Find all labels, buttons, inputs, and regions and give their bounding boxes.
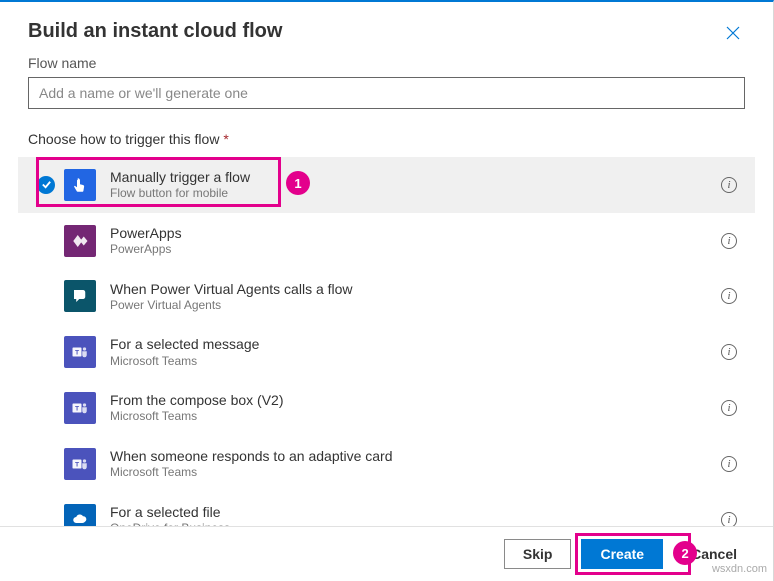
trigger-item[interactable]: Manually trigger a flowFlow button for m… [18, 157, 755, 213]
trigger-subtitle: Microsoft Teams [110, 354, 721, 370]
trigger-subtitle: Power Virtual Agents [110, 298, 721, 314]
trigger-item[interactable]: T From the compose box (V2)Microsoft Team… [18, 380, 755, 436]
trigger-title: For a selected message [110, 335, 721, 353]
flow-name-field-wrap [0, 71, 773, 109]
info-icon[interactable]: i [721, 177, 737, 193]
trigger-item[interactable]: When Power Virtual Agents calls a flowPo… [18, 269, 755, 325]
trigger-item[interactable]: T When someone responds to an adaptive ca… [18, 436, 755, 492]
annotation-badge-1: 1 [286, 171, 310, 195]
trigger-subtitle: PowerApps [110, 242, 721, 258]
trigger-item[interactable]: PowerAppsPowerAppsi [18, 213, 755, 269]
trigger-texts: When Power Virtual Agents calls a flowPo… [110, 280, 721, 314]
required-mark: * [223, 131, 228, 147]
flow-name-input[interactable] [28, 77, 745, 109]
trigger-section-label: Choose how to trigger this flow * [0, 109, 773, 157]
info-icon[interactable]: i [721, 288, 737, 304]
trigger-subtitle: Flow button for mobile [110, 186, 721, 202]
trigger-title: From the compose box (V2) [110, 391, 721, 409]
touch-icon [64, 169, 96, 201]
dialog: Build an instant cloud flow Flow name Ch… [0, 2, 773, 581]
trigger-texts: Manually trigger a flowFlow button for m… [110, 168, 721, 202]
close-icon [725, 25, 741, 41]
trigger-texts: From the compose box (V2)Microsoft Teams [110, 391, 721, 425]
teams-icon: T [64, 392, 96, 424]
trigger-subtitle: Microsoft Teams [110, 409, 721, 425]
dialog-footer: Skip Create 2 Cancel [0, 526, 773, 581]
trigger-texts: PowerAppsPowerApps [110, 224, 721, 258]
teams-icon: T [64, 448, 96, 480]
trigger-title: When someone responds to an adaptive car… [110, 447, 721, 465]
radio-slot[interactable] [28, 176, 64, 194]
create-button[interactable]: Create [581, 539, 663, 569]
trigger-title: When Power Virtual Agents calls a flow [110, 280, 721, 298]
trigger-label-text: Choose how to trigger this flow [28, 131, 219, 147]
info-icon[interactable]: i [721, 344, 737, 360]
close-button[interactable] [721, 20, 745, 51]
info-icon[interactable]: i [721, 400, 737, 416]
dialog-header: Build an instant cloud flow [0, 2, 773, 57]
trigger-title: Manually trigger a flow [110, 168, 721, 186]
powerapps-icon [64, 225, 96, 257]
skip-button[interactable]: Skip [504, 539, 572, 569]
trigger-list[interactable]: Manually trigger a flowFlow button for m… [0, 157, 773, 526]
trigger-item[interactable]: For a selected fileOneDrive for Business… [18, 492, 755, 526]
trigger-texts: When someone responds to an adaptive car… [110, 447, 721, 481]
trigger-item[interactable]: T For a selected messageMicrosoft Teamsi [18, 324, 755, 380]
info-icon[interactable]: i [721, 512, 737, 526]
trigger-texts: For a selected messageMicrosoft Teams [110, 335, 721, 369]
pva-icon [64, 280, 96, 312]
trigger-subtitle: Microsoft Teams [110, 465, 721, 481]
trigger-texts: For a selected fileOneDrive for Business [110, 503, 721, 526]
annotation-badge-2: 2 [673, 541, 697, 565]
flow-name-label: Flow name [0, 55, 773, 71]
onedrive-icon [64, 504, 96, 526]
watermark: wsxdn.com [712, 563, 767, 575]
trigger-title: For a selected file [110, 503, 721, 521]
teams-icon: T [64, 336, 96, 368]
info-icon[interactable]: i [721, 233, 737, 249]
info-icon[interactable]: i [721, 456, 737, 472]
dialog-title: Build an instant cloud flow [28, 20, 282, 43]
trigger-title: PowerApps [110, 224, 721, 242]
radio-selected-icon [37, 176, 55, 194]
